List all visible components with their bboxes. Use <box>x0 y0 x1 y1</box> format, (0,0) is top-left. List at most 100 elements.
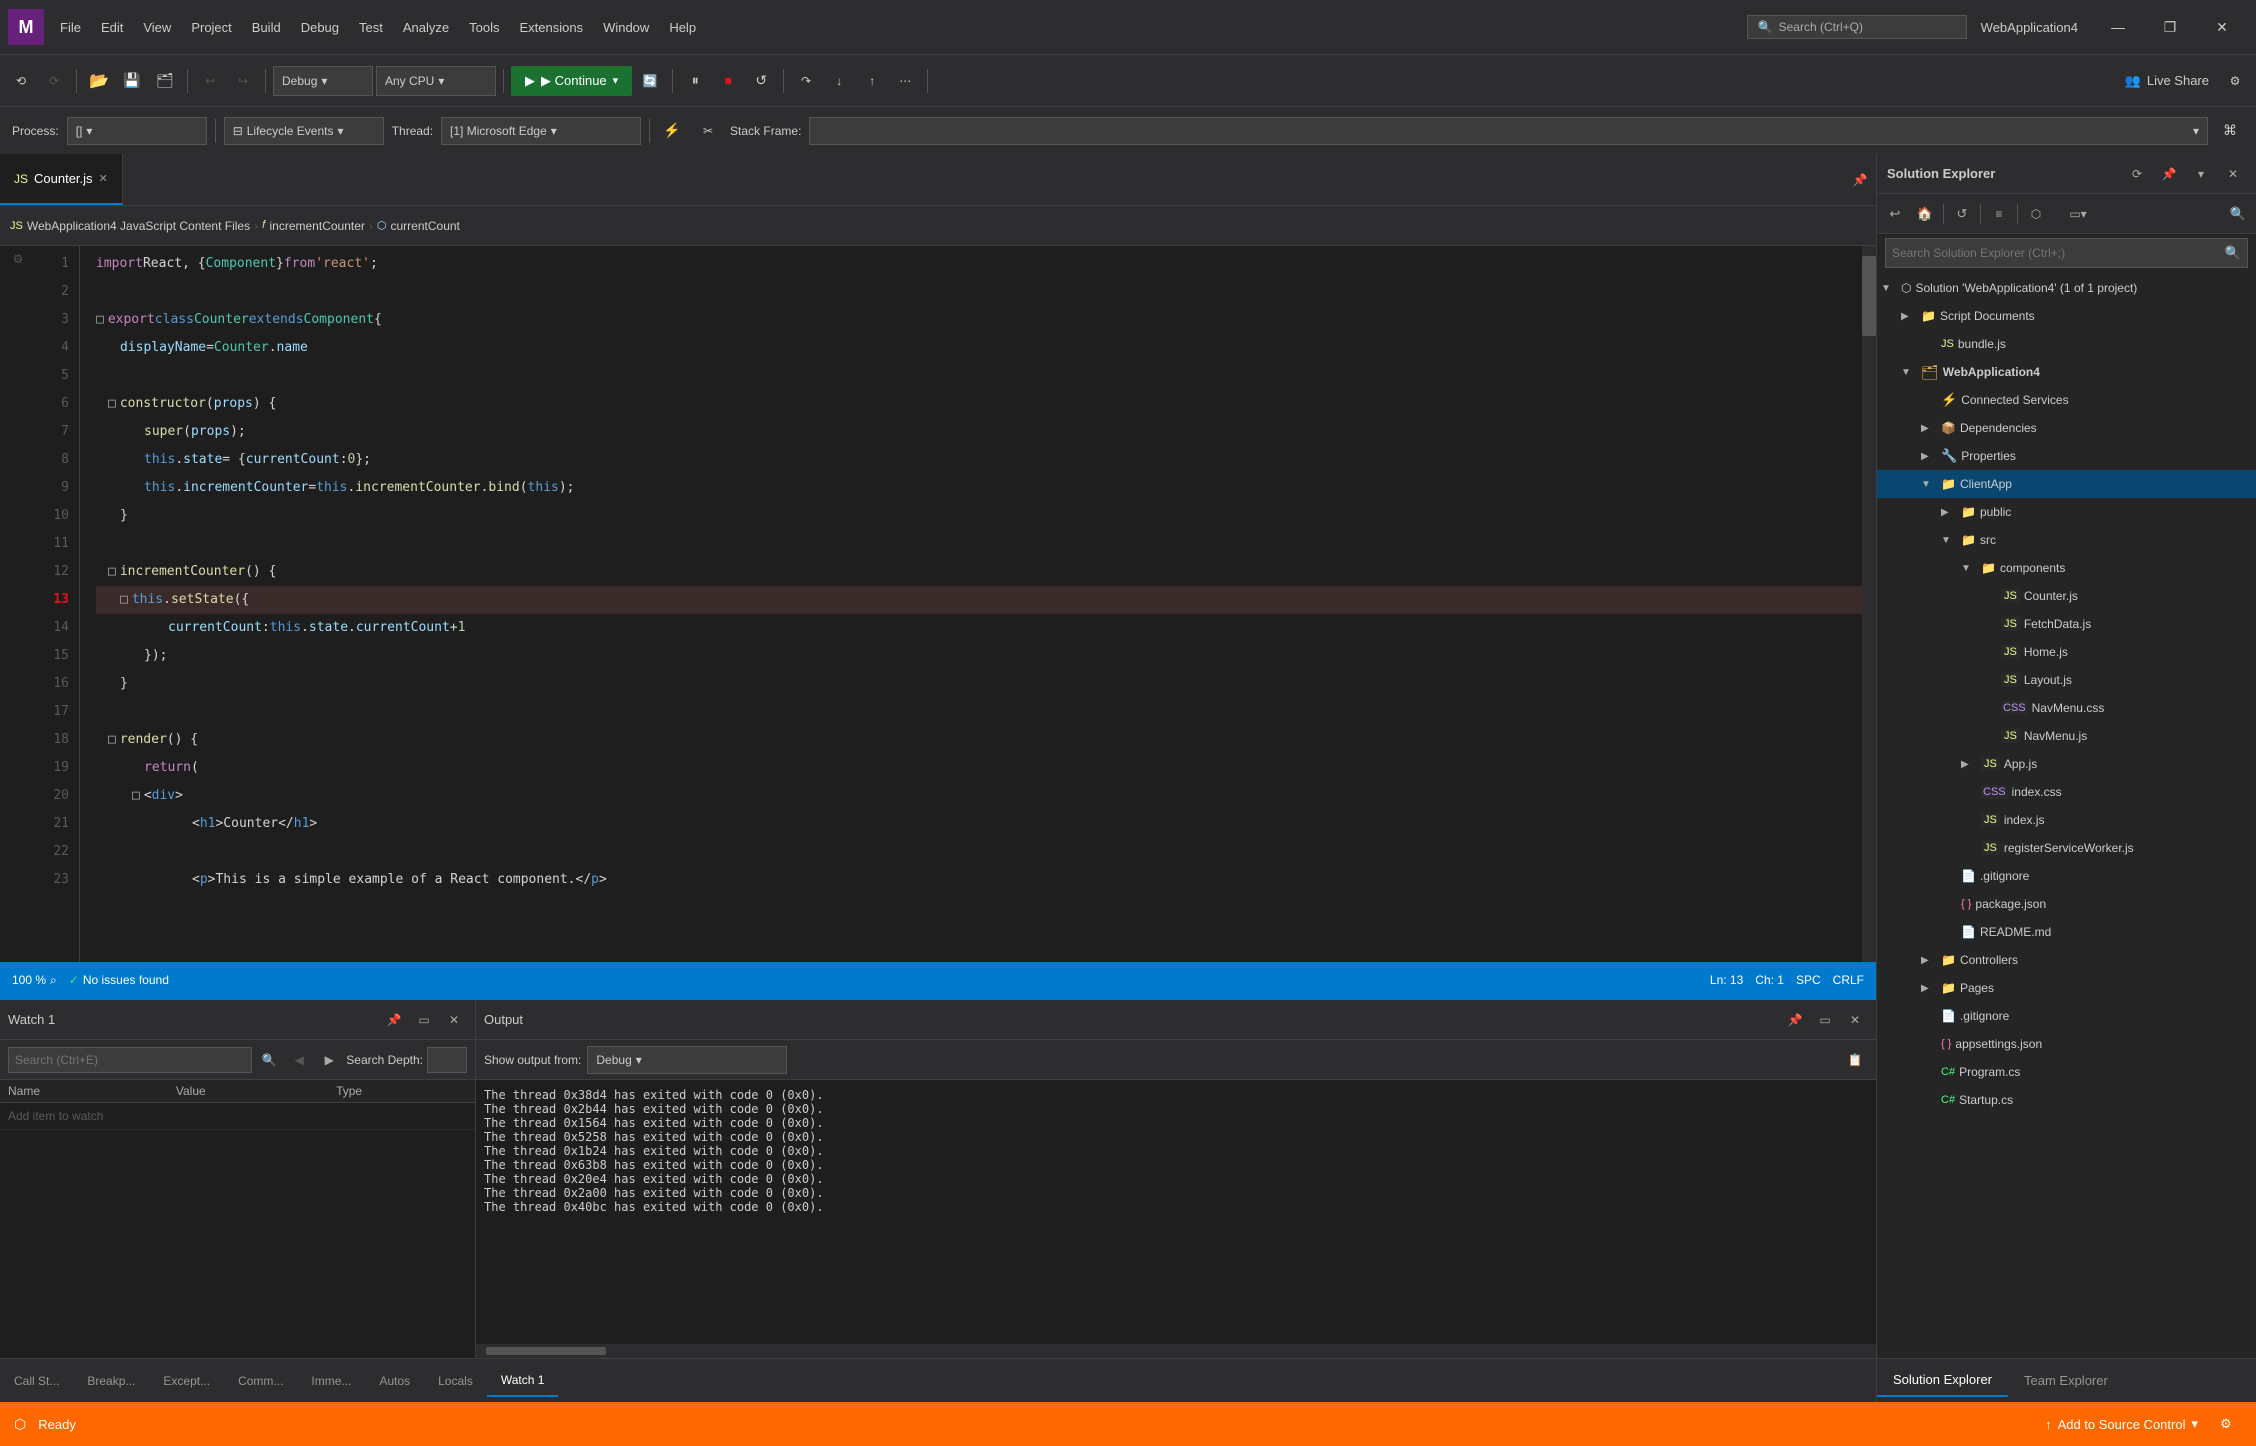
more-debug-buttons[interactable]: ⋯ <box>890 66 920 96</box>
se-filter-btn[interactable]: ↺ <box>1948 200 1976 228</box>
tree-item-program-cs[interactable]: C# Program.cs <box>1877 1058 2256 1086</box>
tab-exceptions[interactable]: Except... <box>149 1366 224 1396</box>
tree-item-components[interactable]: ▼ 📁 components <box>1877 554 2256 582</box>
tree-item-props[interactable]: ▶ 🔧 Properties <box>1877 442 2256 470</box>
tree-item-gitignore-ca[interactable]: 📄 .gitignore <box>1877 862 2256 890</box>
watch-search-btn[interactable]: 🔍 <box>256 1047 282 1073</box>
tree-item-appsettings[interactable]: { } appsettings.json <box>1877 1030 2256 1058</box>
tab-command[interactable]: Comm... <box>224 1366 297 1396</box>
back-button[interactable]: ⟲ <box>6 66 36 96</box>
tree-item-connected-services[interactable]: ⚡ Connected Services <box>1877 386 2256 414</box>
se-collapse-btn[interactable]: ⬡ <box>2022 200 2050 228</box>
scroll-thumb[interactable] <box>1862 256 1876 336</box>
maximize-button[interactable]: ❐ <box>2144 9 2196 45</box>
tree-item-layout-js[interactable]: JS Layout.js <box>1877 666 2256 694</box>
tab-locals[interactable]: Locals <box>424 1366 487 1396</box>
tree-item-src[interactable]: ▼ 📁 src <box>1877 526 2256 554</box>
menu-analyze[interactable]: Analyze <box>393 14 459 41</box>
watch-add-row[interactable]: Add item to watch <box>0 1103 475 1130</box>
output-close-button[interactable]: ✕ <box>1842 1007 1868 1033</box>
tree-item-controllers[interactable]: ▶ 📁 Controllers <box>1877 946 2256 974</box>
tab-watch1[interactable]: Watch 1 <box>487 1365 559 1397</box>
menu-help[interactable]: Help <box>659 14 706 41</box>
watch-pin-button[interactable]: 📌 <box>381 1007 407 1033</box>
tab-counter-js[interactable]: JS Counter.js ✕ <box>0 154 123 205</box>
tab-immediate[interactable]: Imme... <box>297 1366 365 1396</box>
tree-item-gitignore[interactable]: 📄 .gitignore <box>1877 1002 2256 1030</box>
se-search-input[interactable] <box>1892 246 2225 260</box>
output-dock-button[interactable]: ▭ <box>1812 1007 1838 1033</box>
watch-dock-button[interactable]: ▭ <box>411 1007 437 1033</box>
tree-item-script-docs[interactable]: ▶ 📁 Script Documents <box>1877 302 2256 330</box>
tree-item-home-js[interactable]: JS Home.js <box>1877 638 2256 666</box>
stop-button[interactable]: ⏹ <box>713 66 743 96</box>
tree-item-webapp4[interactable]: ▼ 🗂 WebApplication4 <box>1877 358 2256 386</box>
se-view-btn[interactable]: ▭▾ <box>2052 200 2104 228</box>
se-sync-button[interactable]: ⟳ <box>2124 161 2150 187</box>
process-dropdown[interactable]: []▾ <box>67 117 207 145</box>
continue-button[interactable]: ▶ ▶ Continue ▾ <box>511 66 632 96</box>
depth-input[interactable] <box>427 1047 467 1073</box>
settings-button[interactable]: ⚙ <box>2220 66 2250 96</box>
menu-debug[interactable]: Debug <box>291 14 349 41</box>
watch-nav-fwd[interactable]: ▶ <box>316 1047 342 1073</box>
output-pin-button[interactable]: 📌 <box>1782 1007 1808 1033</box>
pin-button[interactable]: 📌 <box>1844 154 1876 206</box>
menu-tools[interactable]: Tools <box>459 14 509 41</box>
lifecycle-dropdown[interactable]: ⊟ Lifecycle Events▾ <box>224 117 384 145</box>
editor-scrollbar[interactable] <box>1862 246 1876 962</box>
stack-tool-btn[interactable]: ⌘ <box>2216 117 2244 145</box>
refresh-button[interactable]: 🔄 <box>635 66 665 96</box>
parallel-button[interactable]: ⚡ <box>658 117 686 145</box>
tree-item-pkg-json[interactable]: { } package.json <box>1877 890 2256 918</box>
se-close-button[interactable]: ✕ <box>2220 161 2246 187</box>
tree-item-readme[interactable]: 📄 README.md <box>1877 918 2256 946</box>
step-over-button[interactable]: ↷ <box>791 66 821 96</box>
code-content[interactable]: import React, { Component } from 'react'… <box>80 246 1862 962</box>
tree-item-clientapp[interactable]: ▼ 📁 ClientApp <box>1877 470 2256 498</box>
se-tab-team-explorer[interactable]: Team Explorer <box>2008 1365 2124 1396</box>
tab-callstack[interactable]: Call St... <box>0 1366 73 1396</box>
tree-item-solution[interactable]: ▼ ⬡ Solution 'WebApplication4' (1 of 1 p… <box>1877 274 2256 302</box>
breadcrumb-2[interactable]: incrementCounter <box>270 219 365 233</box>
breadcrumb-1[interactable]: WebApplication4 JavaScript Content Files <box>27 219 250 233</box>
minimize-button[interactable]: — <box>2092 9 2144 45</box>
zoom-control[interactable]: 100 % ⌕ <box>12 973 57 988</box>
undo-button[interactable]: ↩ <box>195 66 225 96</box>
tree-item-app-js[interactable]: ▶ JS App.js <box>1877 750 2256 778</box>
tree-item-pages[interactable]: ▶ 📁 Pages <box>1877 974 2256 1002</box>
menu-file[interactable]: File <box>50 14 91 41</box>
tree-item-navmenu-js[interactable]: JS NavMenu.js <box>1877 722 2256 750</box>
breadcrumb-3[interactable]: currentCount <box>391 219 460 233</box>
pause-button[interactable]: ⏸ <box>680 66 710 96</box>
output-scroll-thumb[interactable] <box>486 1347 606 1355</box>
se-pin-button[interactable]: 📌 <box>2156 161 2182 187</box>
source-control-button[interactable]: ↑ Add to Source Control ▾ <box>2045 1416 2198 1432</box>
watch-search-input[interactable] <box>8 1047 252 1073</box>
open-button[interactable]: 📂 <box>84 66 114 96</box>
step-out-button[interactable]: ↑ <box>857 66 887 96</box>
output-copy-button[interactable]: 📋 <box>1842 1047 1868 1073</box>
redo-button[interactable]: ↪ <box>228 66 258 96</box>
menu-test[interactable]: Test <box>349 14 393 41</box>
tree-item-navmenu-css[interactable]: CSS NavMenu.css <box>1877 694 2256 722</box>
tree-item-startup-cs[interactable]: C# Startup.cs <box>1877 1086 2256 1114</box>
tracepoint-button[interactable]: ✂ <box>694 117 722 145</box>
watch-close-button[interactable]: ✕ <box>441 1007 467 1033</box>
menu-window[interactable]: Window <box>593 14 659 41</box>
step-into-button[interactable]: ↓ <box>824 66 854 96</box>
platform-dropdown[interactable]: Any CPU▾ <box>376 66 496 96</box>
se-refresh-btn[interactable]: 🏠 <box>1911 200 1939 228</box>
se-sync-btn[interactable]: ↩ <box>1881 200 1909 228</box>
tab-autos[interactable]: Autos <box>365 1366 424 1396</box>
tree-item-bundle-js[interactable]: JS bundle.js <box>1877 330 2256 358</box>
feedback-icon[interactable]: ⚙ <box>2210 1408 2242 1440</box>
title-search-box[interactable]: 🔍 Search (Ctrl+Q) <box>1747 15 1967 39</box>
editor-settings[interactable]: ⚙ <box>0 246 36 962</box>
se-chevron-button[interactable]: ▾ <box>2188 161 2214 187</box>
se-search-btn[interactable]: 🔍 <box>2224 200 2252 228</box>
save-all-button[interactable]: 🗂 <box>150 66 180 96</box>
watch-nav-back[interactable]: ◀ <box>286 1047 312 1073</box>
tree-item-index-js[interactable]: JS index.js <box>1877 806 2256 834</box>
stack-dropdown[interactable]: ▾ <box>809 117 2208 145</box>
